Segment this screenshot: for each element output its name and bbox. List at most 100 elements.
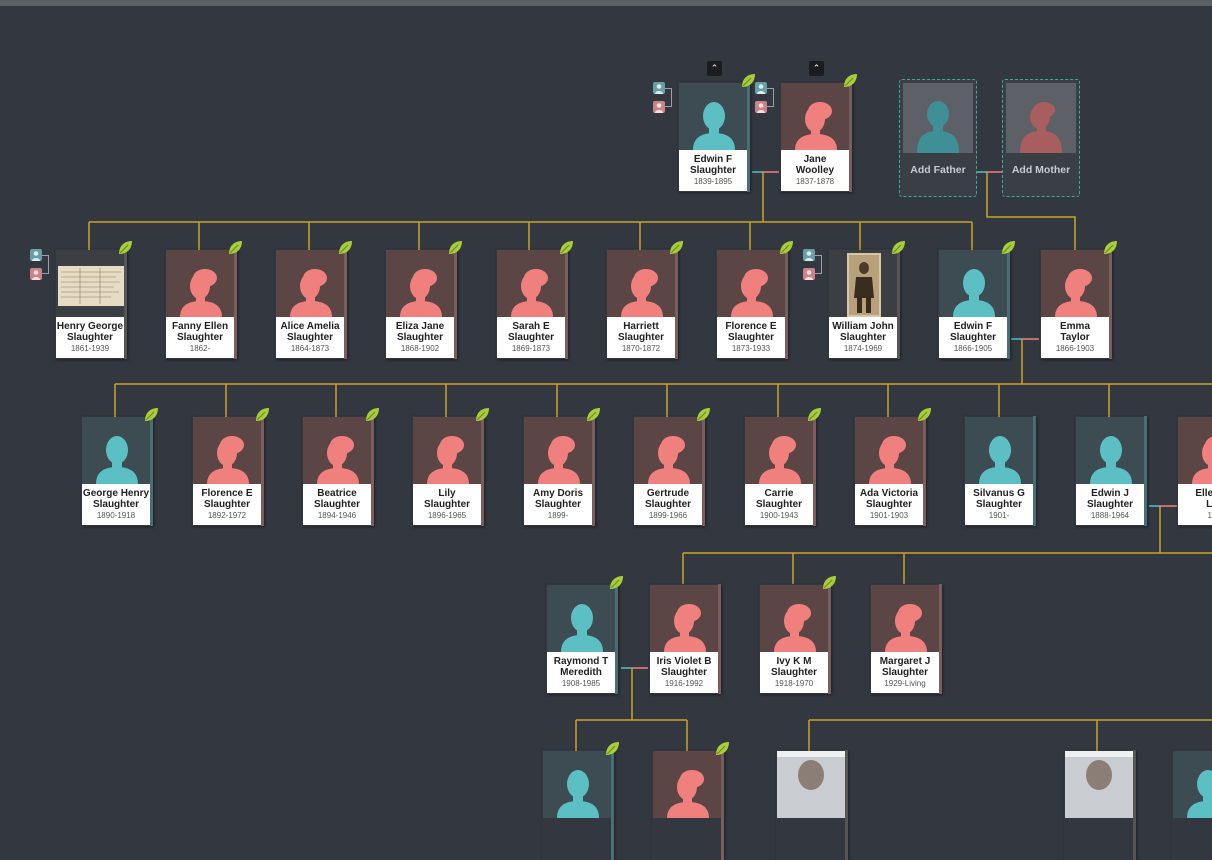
person-surname: Slaughter: [660, 667, 708, 678]
person-dates: 1894-1946: [317, 511, 357, 520]
hint-leaf-icon[interactable]: [713, 740, 731, 758]
female-silhouette-icon: [855, 417, 923, 484]
person-card-florence-e-1892[interactable]: Florence E Slaughter 1892-1972: [192, 416, 264, 526]
person-card-carrie[interactable]: Carrie Slaughter 1900-1943: [744, 416, 816, 526]
person-dates: 1916-1992: [664, 679, 704, 688]
person-card-henry-george[interactable]: Henry George Slaughter 1861-1939: [55, 249, 127, 359]
person-card-fanny-ellen[interactable]: Fanny Ellen Slaughter 1862-: [165, 249, 237, 359]
add-father-button[interactable]: Add Father: [899, 79, 977, 197]
hint-leaf-icon[interactable]: [841, 72, 859, 90]
person-card-raymond-t[interactable]: Raymond T Meredith 1908-1985: [546, 584, 618, 694]
parents-father-icon[interactable]: [755, 82, 767, 94]
male-silhouette-icon: [939, 250, 1007, 317]
partial-card-photo-2[interactable]: [1064, 750, 1136, 860]
hint-leaf-icon[interactable]: [694, 406, 712, 424]
person-card-edwin-f-1839[interactable]: Edwin F Slaughter 1839-1895: [678, 82, 750, 192]
hint-leaf-icon[interactable]: [607, 574, 625, 592]
person-card-lily[interactable]: Lily Slaughter 1896-1965: [412, 416, 484, 526]
hint-leaf-icon[interactable]: [557, 239, 575, 257]
hint-leaf-icon[interactable]: [142, 406, 160, 424]
person-card-ellen-e[interactable]: Ellen ELe18: [1177, 416, 1212, 526]
card-edge: [845, 750, 848, 860]
person-info: Edwin F Slaughter 1866-1905: [939, 317, 1007, 358]
person-given-name: Ellen E: [1195, 488, 1212, 499]
person-given-name: Fanny Ellen: [171, 321, 229, 332]
person-dates: 1864-1873: [290, 344, 330, 353]
person-card-ivy-km[interactable]: Ivy K M Slaughter 1918-1970: [759, 584, 831, 694]
person-card-william-john[interactable]: William John Slaughter 1874-1969: [828, 249, 900, 359]
female-silhouette-icon: [1041, 250, 1109, 317]
card-edge: [1007, 249, 1010, 359]
person-info: Harriett Slaughter 1870-1872: [607, 317, 675, 358]
hint-leaf-icon[interactable]: [820, 574, 838, 592]
card-edge: [813, 416, 816, 526]
person-card-edwin-j[interactable]: Edwin J Slaughter 1888-1964: [1075, 416, 1147, 526]
partial-card-photo-1[interactable]: [776, 750, 848, 860]
parents-mother-icon[interactable]: [755, 101, 767, 113]
card-edge: [675, 249, 678, 359]
person-card-harriett[interactable]: Harriett Slaughter 1870-1872: [606, 249, 678, 359]
hint-leaf-icon[interactable]: [116, 239, 134, 257]
person-card-eliza-jane[interactable]: Eliza Jane Slaughter 1868-1902: [385, 249, 457, 359]
hint-leaf-icon[interactable]: [603, 740, 621, 758]
person-card-florence-e-1873[interactable]: Florence E Slaughter 1873-1933: [716, 249, 788, 359]
hint-leaf-icon[interactable]: [584, 406, 602, 424]
female-silhouette-icon: [386, 250, 454, 317]
person-dates: 1899-1966: [648, 511, 688, 520]
person-info: Sarah E Slaughter 1869-1873: [497, 317, 565, 358]
parents-father-icon[interactable]: [803, 249, 815, 261]
partial-card-male-2[interactable]: [1172, 750, 1212, 860]
person-surname: Slaughter: [839, 332, 887, 343]
female-silhouette-icon: [781, 83, 849, 150]
hint-leaf-icon[interactable]: [446, 239, 464, 257]
person-card-iris-violet[interactable]: Iris Violet B Slaughter 1916-1992: [649, 584, 721, 694]
person-card-ada-victoria[interactable]: Ada Victoria Slaughter 1901-1903: [854, 416, 926, 526]
person-info: Silvanus G Slaughter 1901-: [965, 484, 1033, 525]
hint-leaf-icon[interactable]: [667, 239, 685, 257]
hint-leaf-icon[interactable]: [915, 406, 933, 424]
parents-father-icon[interactable]: [653, 82, 665, 94]
hint-leaf-icon[interactable]: [253, 406, 271, 424]
parents-mother-icon[interactable]: [653, 101, 665, 113]
person-dates: 1901-1903: [869, 511, 909, 520]
person-name: Amy Doris Slaughter: [524, 488, 592, 510]
person-card-emma-taylor[interactable]: Emma Taylor 1866-1903: [1040, 249, 1112, 359]
person-given-name: Iris Violet B: [656, 656, 712, 667]
parents-father-icon[interactable]: [30, 249, 42, 261]
parents-mother-icon[interactable]: [30, 268, 42, 280]
partial-card-male-1[interactable]: [542, 750, 614, 860]
person-info: George Henry Slaughter 1890-1918: [82, 484, 150, 525]
hint-leaf-icon[interactable]: [226, 239, 244, 257]
expand-ancestors-chevron-up-icon[interactable]: ⌃: [707, 61, 722, 76]
person-card-jane-woolley[interactable]: Jane Woolley 1837-1878: [780, 82, 852, 192]
person-card-alice-amelia[interactable]: Alice Amelia Slaughter 1864-1873: [275, 249, 347, 359]
female-silhouette-icon: [607, 250, 675, 317]
person-name: Margaret J Slaughter: [871, 656, 939, 678]
person-card-edwin-f-1866[interactable]: Edwin F Slaughter 1866-1905: [938, 249, 1010, 359]
person-card-sarah-e[interactable]: Sarah E Slaughter 1869-1873: [496, 249, 568, 359]
parents-mother-icon[interactable]: [803, 268, 815, 280]
hint-leaf-icon[interactable]: [336, 239, 354, 257]
add-mother-button[interactable]: Add Mother: [1002, 79, 1080, 197]
hint-leaf-icon[interactable]: [1101, 239, 1119, 257]
expand-ancestors-chevron-up-icon[interactable]: ⌃: [809, 61, 824, 76]
hint-leaf-icon[interactable]: [889, 239, 907, 257]
person-card-beatrice[interactable]: Beatrice Slaughter 1894-1946: [302, 416, 374, 526]
partial-card-female-1[interactable]: [652, 750, 724, 860]
female-silhouette-icon: [497, 250, 565, 317]
card-edge: [721, 750, 724, 860]
person-card-silvanus-g[interactable]: Silvanus G Slaughter 1901-: [964, 416, 1036, 526]
hint-leaf-icon[interactable]: [363, 406, 381, 424]
hint-leaf-icon[interactable]: [473, 406, 491, 424]
person-card-margaret-j[interactable]: Margaret J Slaughter 1929-Living: [870, 584, 942, 694]
hint-leaf-icon[interactable]: [805, 406, 823, 424]
female-silhouette-icon: [717, 250, 785, 317]
female-silhouette-icon: [634, 417, 702, 484]
person-given-name: William John: [832, 321, 894, 332]
person-card-george-henry[interactable]: George Henry Slaughter 1890-1918: [81, 416, 153, 526]
person-surname: Slaughter: [755, 499, 803, 510]
hint-leaf-icon[interactable]: [777, 239, 795, 257]
hint-leaf-icon[interactable]: [999, 239, 1017, 257]
person-card-amy-doris[interactable]: Amy Doris Slaughter 1899-: [523, 416, 595, 526]
person-card-gertrude[interactable]: Gertrude Slaughter 1899-1966: [633, 416, 705, 526]
